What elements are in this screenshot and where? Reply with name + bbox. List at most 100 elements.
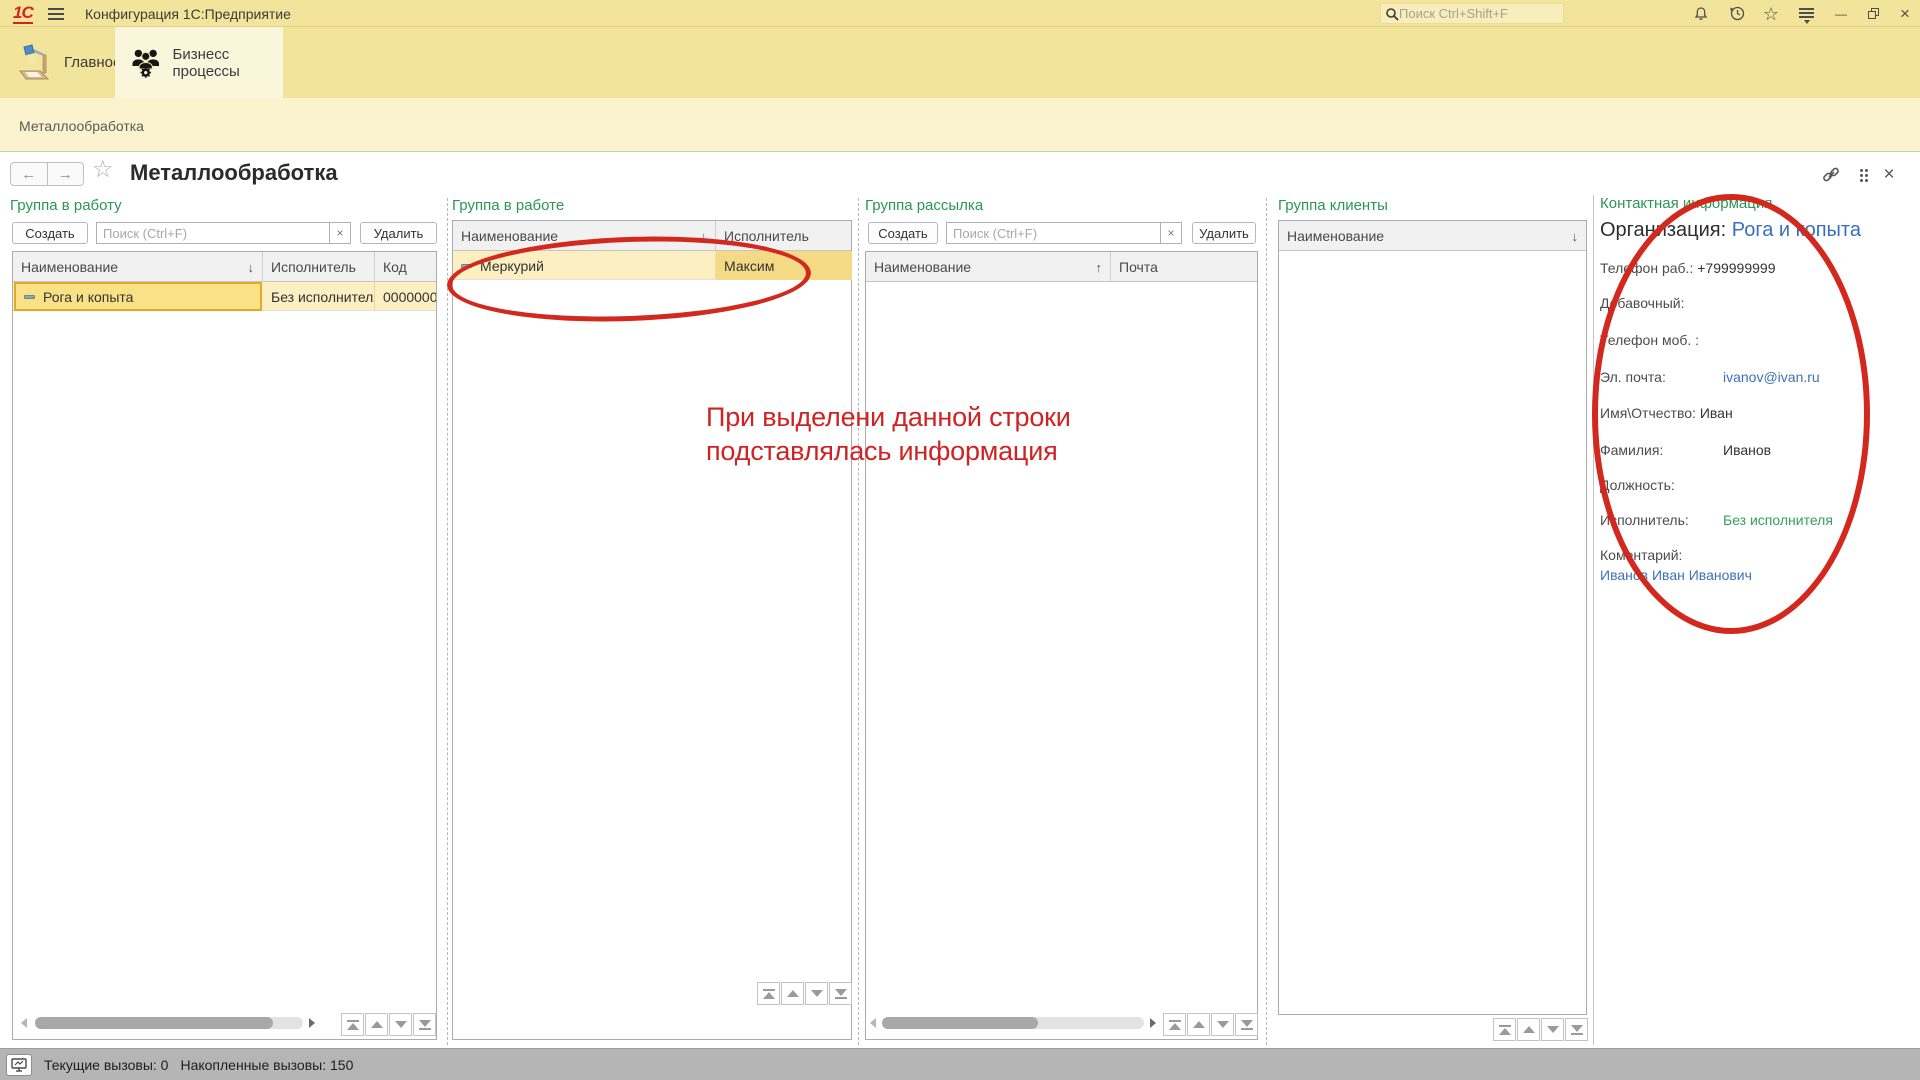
col-header-mail[interactable]: Почта [1111, 252, 1258, 282]
cell-name[interactable]: Рога и копыта [14, 282, 262, 311]
col1-search-input[interactable] [97, 223, 329, 243]
hscroll-left-arrow[interactable] [870, 1018, 876, 1028]
back-button[interactable]: ← [11, 163, 48, 185]
table-row[interactable]: Рога и копыта Без исполнителя 00000001 [13, 282, 436, 311]
open-windows-bar: Металлообработка [0, 98, 1920, 152]
col3-search-field: × [946, 222, 1182, 244]
go-first-button[interactable] [1163, 1013, 1186, 1036]
more-actions-icon[interactable] [1853, 164, 1875, 186]
col3-search-input[interactable] [947, 223, 1160, 243]
col-header-executor[interactable]: Исполнитель [716, 221, 852, 251]
hscroll-right-arrow[interactable] [1150, 1018, 1156, 1028]
group-clients-table: Наименование↓ [1278, 220, 1587, 1015]
column-splitter[interactable] [447, 198, 448, 1045]
go-last-button[interactable] [413, 1013, 436, 1036]
sort-down-icon: ↓ [701, 229, 708, 244]
go-last-button[interactable] [829, 982, 852, 1005]
surname-value: Иванов [1723, 442, 1771, 458]
email-link[interactable]: ivanov@ivan.ru [1723, 369, 1820, 385]
comment-link[interactable]: Иванов Иван Иванович [1600, 567, 1752, 583]
cell-executor[interactable]: Максим [716, 251, 852, 280]
hscrollbar-thumb[interactable] [35, 1017, 273, 1029]
col3-create-button[interactable]: Создать [868, 222, 938, 244]
hscroll-left-arrow[interactable] [21, 1018, 27, 1028]
go-down-button[interactable] [805, 982, 828, 1005]
go-last-button[interactable] [1565, 1018, 1588, 1041]
table-header-row: Наименование↓ Исполнитель Код [13, 252, 436, 282]
favorites-star-icon[interactable]: ☆ [1760, 4, 1782, 23]
col-header-name[interactable]: Наименование↓ [13, 252, 263, 282]
tab-business-processes-label: Бизнесс процессы [172, 46, 267, 80]
notifications-bell-icon[interactable] [1690, 4, 1712, 23]
desktop-lamp-icon [16, 43, 52, 83]
hscroll-right-arrow[interactable] [309, 1018, 315, 1028]
cell-name[interactable]: Меркурий [453, 251, 716, 280]
history-icon[interactable] [1726, 4, 1748, 23]
go-first-button[interactable] [757, 982, 780, 1005]
go-down-button[interactable] [389, 1013, 412, 1036]
go-up-button[interactable] [1517, 1018, 1540, 1041]
get-link-icon[interactable] [1820, 164, 1842, 186]
performance-indicator-icon[interactable] [6, 1054, 32, 1076]
col3-search-clear-icon[interactable]: × [1160, 223, 1181, 243]
col-header-executor[interactable]: Исполнитель [263, 252, 375, 282]
go-up-button[interactable] [365, 1013, 388, 1036]
1c-logo-icon: 1С [13, 3, 33, 24]
window-title: Конфигурация 1С:Предприятие [85, 6, 291, 22]
global-search-box[interactable] [1380, 3, 1564, 24]
col-header-name[interactable]: Наименование↓ [453, 221, 716, 251]
col1-search-clear-icon[interactable]: × [329, 223, 350, 243]
go-up-button[interactable] [781, 982, 804, 1005]
go-up-button[interactable] [1187, 1013, 1210, 1036]
field-comment-label: Коментарий: [1600, 547, 1682, 563]
hscrollbar-thumb[interactable] [882, 1017, 1038, 1029]
executor-link[interactable]: Без исполнителя [1723, 512, 1833, 528]
close-window-icon[interactable]: × [1894, 4, 1916, 23]
go-down-button[interactable] [1211, 1013, 1234, 1036]
add-favorite-star-icon[interactable]: ☆ [92, 158, 114, 182]
sections-panel: Главное Бизнесс процессы [0, 27, 1920, 98]
group-mailing-heading: Группа рассылка [865, 197, 983, 214]
organization-link[interactable]: Рога и копыта [1732, 219, 1861, 241]
table-row[interactable]: Меркурий Максим [453, 251, 851, 280]
item-marker-icon [24, 295, 35, 299]
col1-delete-button[interactable]: Удалить [360, 222, 437, 244]
current-calls-status: Текущие вызовы: 0 [44, 1057, 168, 1073]
column-splitter[interactable] [858, 198, 859, 1045]
breadcrumb[interactable]: Металлообработка [19, 118, 144, 134]
close-form-icon[interactable]: × [1878, 164, 1900, 186]
forward-button[interactable]: → [48, 163, 84, 185]
go-first-button[interactable] [341, 1013, 364, 1036]
group-to-work-table: Наименование↓ Исполнитель Код Рога и коп… [12, 251, 437, 1040]
page-title: Металлообработка [130, 160, 338, 186]
table-header-row: Наименование↑ Почта [866, 252, 1257, 282]
go-down-button[interactable] [1541, 1018, 1564, 1041]
table-header-row: Наименование↓ [1279, 221, 1586, 251]
tab-business-processes[interactable]: Бизнесс процессы [115, 27, 283, 98]
column-splitter[interactable] [1266, 198, 1267, 1045]
go-first-button[interactable] [1493, 1018, 1516, 1041]
minimize-icon[interactable]: — [1830, 4, 1852, 23]
main-menu-icon[interactable] [48, 8, 64, 20]
functions-menu-icon[interactable] [1795, 4, 1817, 23]
col3-delete-button[interactable]: Удалить [1192, 222, 1256, 244]
cell-code[interactable]: 00000001 [375, 282, 436, 311]
phone-work-value: +799999999 [1697, 260, 1775, 276]
col-header-name[interactable]: Наименование↑ [866, 252, 1111, 282]
restore-window-icon[interactable] [1862, 4, 1884, 23]
accumulated-calls-status: Накопленные вызовы: 150 [180, 1057, 353, 1073]
field-name: Имя\Отчество: Иван [1600, 405, 1733, 421]
col1-search-field: × [96, 222, 351, 244]
global-search-input[interactable] [1399, 6, 1549, 21]
history-nav-buttons: ← → [10, 162, 84, 186]
col-header-code[interactable]: Код [375, 252, 436, 282]
annotation-note-line2: подставлялась информация [706, 434, 1071, 468]
item-marker-icon [461, 264, 472, 268]
cell-executor[interactable]: Без исполнителя [263, 282, 375, 311]
col-header-name[interactable]: Наименование↓ [1279, 221, 1586, 251]
col1-create-button[interactable]: Создать [12, 222, 88, 244]
sort-down-icon: ↓ [1572, 229, 1579, 244]
field-phone-mob: Телефон моб. : [1600, 332, 1699, 348]
field-extension: Добавочный: [1600, 295, 1684, 311]
go-last-button[interactable] [1235, 1013, 1258, 1036]
